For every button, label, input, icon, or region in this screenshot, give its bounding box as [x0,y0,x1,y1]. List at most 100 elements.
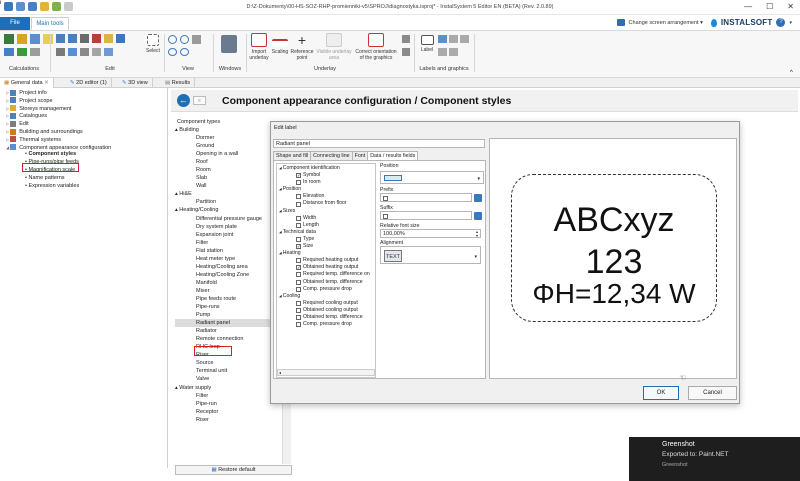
field-item[interactable]: Obtained cooling output [279,307,373,314]
tab-shape-fill[interactable]: Shape and fill [273,151,312,160]
group-expander-icon[interactable]: ◢ [279,250,282,257]
help-button[interactable]: ? [776,18,786,27]
tree-item[interactable]: ▷ Storeys management [3,105,168,113]
suffix-checkbox[interactable] [383,214,388,219]
label-tool-icon-4[interactable] [438,48,447,56]
zoom-window-icon[interactable] [168,48,177,56]
group-expander-icon[interactable]: ◢ [279,293,282,300]
close-tab-icon[interactable]: ✕ [44,80,49,86]
field-checkbox[interactable] [296,322,301,328]
group-expander-icon[interactable]: ◢ [279,208,282,215]
paste-icon[interactable] [104,34,113,43]
tree-item[interactable]: ▷ Thermal systems [3,136,168,144]
label-tool-icon[interactable] [438,35,447,43]
label-tool-icon-2[interactable] [449,35,458,43]
windows-icon[interactable] [221,35,237,53]
tree-item[interactable]: • Component styles [3,151,168,159]
redo-icon[interactable] [68,34,77,43]
fields-hscrollbar[interactable]: ◂ [277,369,375,376]
field-group[interactable]: ◢ Technical data [279,229,373,236]
group-expander-icon[interactable]: ◢ [279,229,282,236]
calc-options-icon[interactable] [30,48,40,56]
tree-item[interactable]: ▷ Project info [3,89,168,97]
suffix-edit-icon[interactable] [474,211,482,220]
tab-2d-editor[interactable]: ✎ 2D editor (1) [66,78,112,88]
zoom-extents-icon[interactable] [192,35,201,44]
field-checkbox[interactable] [296,300,301,306]
field-item[interactable]: Comp. pressure drop [279,286,373,293]
field-group[interactable]: ◢ Component identification [279,165,373,172]
field-checkbox[interactable]: ✓ [296,265,301,271]
pan-icon[interactable] [180,48,189,56]
scaling-button[interactable]: Scaling [270,33,290,55]
tab-file[interactable]: File [0,17,30,30]
close-button[interactable]: ✕ [787,2,794,11]
field-checkbox[interactable] [296,215,301,221]
restore-default-button[interactable]: ▦ Restore default [175,465,292,475]
ribbon-options-icon[interactable]: ▾ [789,20,792,26]
field-item[interactable]: Obtained temp. difference [279,314,373,321]
tree-item[interactable]: ▷ Catalogues [3,112,168,120]
select-button[interactable]: Select [144,34,162,54]
field-checkbox[interactable] [296,236,301,242]
tree-item[interactable]: ▷ Building and surroundings [3,128,168,136]
field-item[interactable]: Elevation [279,193,373,200]
ok-button[interactable]: OK [643,386,679,400]
notification-toast[interactable] [629,437,800,481]
field-item[interactable]: Length [279,222,373,229]
copy-icon[interactable] [80,34,89,43]
alignment-select[interactable]: TEXT ▾ [380,246,481,264]
cancel-button[interactable]: Cancel [688,386,737,400]
label-tool-icon-5[interactable] [449,48,458,56]
tab-data-results[interactable]: Data / results fields [367,151,419,160]
zoom-out-icon[interactable] [180,35,189,44]
field-checkbox[interactable] [296,222,301,228]
field-item[interactable]: ✓ Size [279,243,373,250]
field-checkbox[interactable] [296,307,301,313]
field-item[interactable]: In room [279,179,373,186]
field-item[interactable]: Required temp. difference on [279,271,373,278]
underlay-option-icon-2[interactable] [402,48,410,56]
maximize-button[interactable]: ☐ [766,2,773,11]
change-arrangement-button[interactable]: Change screen arrangement ▾ [629,20,703,26]
calc-grid-icon[interactable] [4,34,14,44]
group-expander-icon[interactable]: ◢ [279,165,282,172]
tree-item[interactable]: • Expression variables [3,183,168,191]
field-checkbox[interactable] [296,315,301,321]
field-item[interactable]: Width [279,215,373,222]
move-icon[interactable] [116,34,125,43]
delete-icon[interactable] [92,34,101,43]
tab-3d-view[interactable]: ✎ 3D view [118,78,153,88]
group-icon[interactable] [92,48,101,56]
zoom-in-icon[interactable] [168,35,177,44]
field-group[interactable]: ◢ Position [279,186,373,193]
underlay-option-icon[interactable] [402,35,410,43]
label-tool-icon-3[interactable] [460,35,469,43]
field-item[interactable]: ✓ Obtained heating output [279,264,373,271]
mirror-icon[interactable] [80,48,89,56]
scroll-left-icon[interactable]: ◂ [278,370,374,375]
label-name-input[interactable]: Radiant panel [273,139,485,148]
field-checkbox[interactable] [296,180,301,186]
prefix-checkbox[interactable] [383,196,388,201]
visible-underlay-button[interactable]: Visible underlay area [314,33,354,61]
field-item[interactable]: Distance from floor [279,200,373,207]
field-checkbox[interactable] [296,258,301,264]
prefix-edit-icon[interactable] [474,193,482,202]
tab-general-data[interactable]: ▦ General data ✕ [0,78,54,88]
field-checkbox[interactable] [296,201,301,207]
field-item[interactable]: Type [279,236,373,243]
field-checkbox[interactable] [296,194,301,200]
calc-run-icon[interactable] [17,34,27,44]
tree-item[interactable]: ◢ Component appearance configuration [3,144,168,152]
import-underlay-button[interactable]: Import underlay [248,33,270,61]
label-button[interactable]: Label [418,33,436,53]
tree-item[interactable]: ▷ Project scope [3,97,168,105]
field-item[interactable]: Required cooling output [279,300,373,307]
tree-item[interactable]: • Name patterns [3,175,168,183]
back-button[interactable]: ← [177,94,190,107]
correct-orientation-button[interactable]: Correct orientation of the graphics [354,33,398,61]
tab-results[interactable]: ▤ Results [161,78,196,88]
field-checkbox[interactable] [296,272,301,278]
rotate-icon[interactable] [68,48,77,56]
